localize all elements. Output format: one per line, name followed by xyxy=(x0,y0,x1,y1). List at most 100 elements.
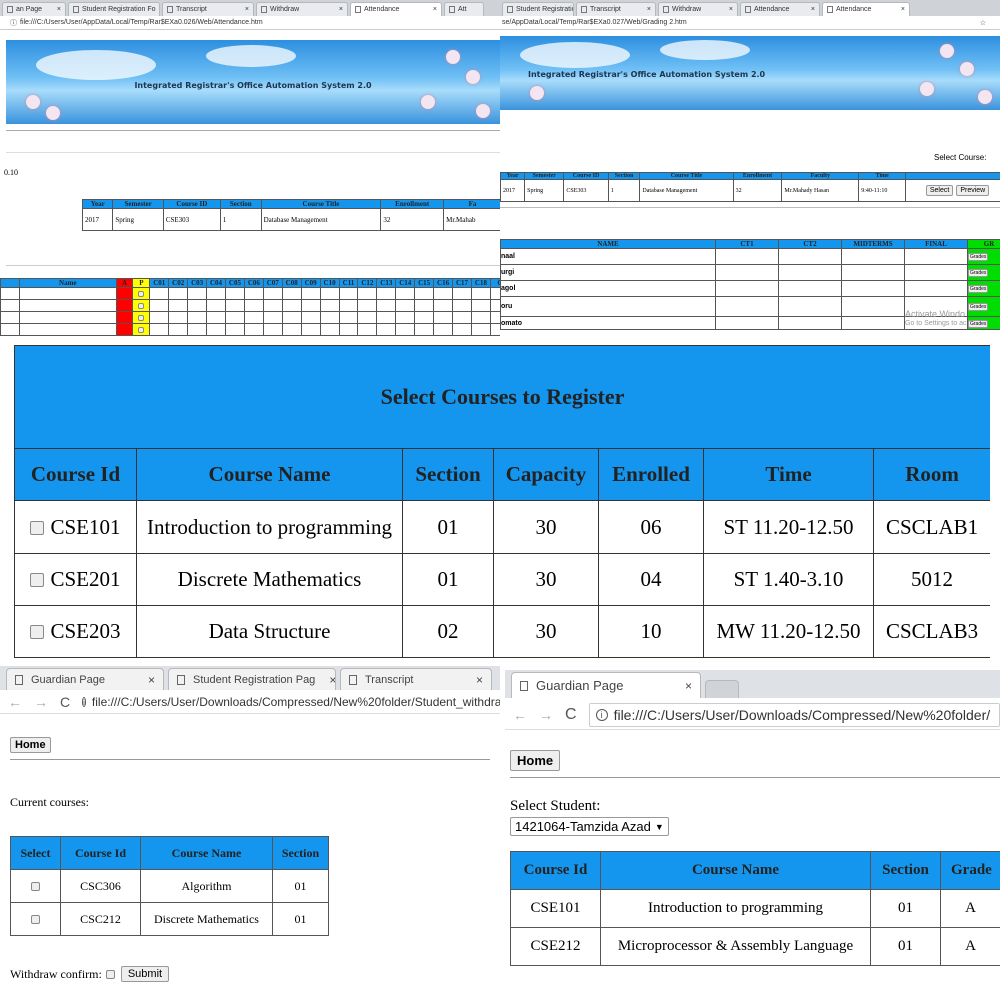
close-icon[interactable]: × xyxy=(241,6,249,13)
grade-input-cell[interactable] xyxy=(778,316,842,330)
course-select-checkbox[interactable] xyxy=(31,882,40,892)
grades-button[interactable]: Grades xyxy=(968,319,989,328)
forward-arrow-icon[interactable]: → xyxy=(34,694,48,710)
column-header: Course Title xyxy=(639,172,734,180)
close-icon[interactable]: × xyxy=(156,6,159,13)
select-button[interactable]: Select xyxy=(925,185,954,196)
browser-tab[interactable]: Guardian Page × xyxy=(6,668,164,690)
close-icon[interactable]: × xyxy=(53,6,61,13)
grade-input-cell[interactable] xyxy=(904,280,968,297)
back-arrow-icon[interactable]: ← xyxy=(8,694,22,710)
column-header xyxy=(0,278,20,288)
browser-tab[interactable]: Transcript × xyxy=(162,2,254,16)
browser-tab[interactable]: an Page × xyxy=(2,2,66,16)
grade-input-cell[interactable] xyxy=(715,316,779,330)
present-cell[interactable] xyxy=(132,311,151,324)
back-arrow-icon[interactable]: ← xyxy=(513,707,527,723)
grade-input-cell[interactable] xyxy=(841,248,905,265)
course-select-checkbox[interactable] xyxy=(31,915,40,925)
table-cell: Database Management xyxy=(260,208,382,231)
grade-input-cell[interactable] xyxy=(904,248,968,265)
close-icon[interactable]: × xyxy=(897,6,905,13)
new-tab-button[interactable] xyxy=(705,680,739,698)
grade-input-cell[interactable] xyxy=(841,280,905,297)
cell-text: Introduction to programming xyxy=(147,514,392,539)
close-icon[interactable]: × xyxy=(429,6,437,13)
grading-address-bar[interactable]: se/AppData/Local/Temp/Rar$EXa0.027/Web/G… xyxy=(500,16,1000,30)
reload-icon[interactable]: C xyxy=(60,694,70,710)
browser-tab[interactable]: Transcript × xyxy=(576,2,656,16)
url-input[interactable]: i file:///C:/Users/User/Downloads/Compre… xyxy=(588,702,1000,727)
table-cell xyxy=(281,287,302,300)
browser-tab[interactable]: Attendance × xyxy=(822,2,910,16)
browser-tab[interactable]: Withdraw × xyxy=(658,2,738,16)
grade-input-cell[interactable] xyxy=(715,296,779,317)
close-icon[interactable]: × xyxy=(725,6,733,13)
grades-button[interactable]: Grades xyxy=(968,303,989,311)
grade-input-cell[interactable] xyxy=(841,264,905,281)
course-checkbox[interactable] xyxy=(30,572,45,587)
grade-input-cell[interactable] xyxy=(778,280,842,297)
absent-cell[interactable] xyxy=(115,311,134,324)
home-button[interactable]: Home xyxy=(10,737,51,753)
forward-arrow-icon[interactable]: → xyxy=(539,707,553,723)
star-icon[interactable]: ☆ xyxy=(980,19,986,27)
home-button[interactable]: Home xyxy=(510,750,561,771)
student-select[interactable]: 1421064-Tamzida Azad ▼ xyxy=(510,817,669,836)
grade-input-cell[interactable] xyxy=(841,296,905,317)
present-cell[interactable] xyxy=(132,323,151,336)
grade-input-cell[interactable] xyxy=(715,248,779,265)
absent-cell[interactable] xyxy=(115,323,134,336)
browser-tab[interactable]: Attendance × xyxy=(350,2,442,16)
attendance-address-bar[interactable]: ⓘ file:///C:/Users/User/AppData/Local/Te… xyxy=(0,16,500,30)
url-input[interactable]: i file:///C:/Users/User/Downloads/Compre… xyxy=(82,692,500,712)
grade-input-cell[interactable] xyxy=(778,296,842,317)
browser-tab[interactable]: Student Registration Fo× xyxy=(68,2,160,16)
present-cell[interactable] xyxy=(132,287,151,300)
grades-button[interactable]: Grades xyxy=(968,253,989,261)
grade-input-cell[interactable] xyxy=(841,316,905,330)
submit-button[interactable]: Submit xyxy=(120,966,170,982)
browser-tab[interactable]: Attendance × xyxy=(740,2,820,16)
browser-tab[interactable]: Transcript × xyxy=(340,668,492,690)
close-icon[interactable]: × xyxy=(807,6,815,13)
close-icon[interactable]: × xyxy=(134,673,155,687)
close-icon[interactable]: × xyxy=(335,6,343,13)
browser-tab[interactable]: Student Registration Pag × xyxy=(168,668,336,690)
browser-tab[interactable]: Guardian Page × xyxy=(511,672,701,698)
tab-label: Student Registration Fo xyxy=(516,6,573,13)
grade-input-cell[interactable] xyxy=(904,264,968,281)
close-icon[interactable]: × xyxy=(315,673,335,687)
table-cell xyxy=(300,299,321,312)
present-checkbox[interactable] xyxy=(138,326,145,333)
close-icon[interactable]: × xyxy=(671,679,692,693)
present-cell[interactable] xyxy=(132,299,151,312)
reload-icon[interactable]: C xyxy=(565,706,577,724)
browser-tab[interactable]: Att xyxy=(444,2,484,16)
close-icon[interactable]: × xyxy=(643,6,651,13)
grade-input-cell[interactable] xyxy=(778,248,842,265)
table-cell xyxy=(452,287,472,300)
present-checkbox[interactable] xyxy=(138,314,145,321)
grades-button[interactable]: Grades xyxy=(968,269,989,277)
divider xyxy=(510,777,1000,778)
browser-tab[interactable]: Student Registration Fo× xyxy=(502,2,574,16)
present-checkbox[interactable] xyxy=(138,290,145,297)
withdraw-confirm-checkbox[interactable] xyxy=(105,969,115,979)
grade-input-cell[interactable] xyxy=(715,264,779,281)
info-icon[interactable]: i xyxy=(595,708,608,721)
close-icon[interactable]: × xyxy=(462,673,483,687)
present-checkbox[interactable] xyxy=(138,302,145,309)
table-cell: 30 xyxy=(493,552,599,606)
grade-input-cell[interactable] xyxy=(715,280,779,297)
course-checkbox[interactable] xyxy=(30,520,45,535)
browser-tab[interactable]: Withdraw × xyxy=(256,2,348,16)
absent-cell[interactable] xyxy=(115,299,134,312)
preview-button[interactable]: Preview xyxy=(956,185,990,196)
course-checkbox[interactable] xyxy=(30,624,45,639)
info-icon[interactable]: i xyxy=(82,696,86,707)
grades-button[interactable]: Grades xyxy=(968,285,989,293)
table-cell xyxy=(470,287,491,300)
absent-cell[interactable] xyxy=(115,287,134,300)
grade-input-cell[interactable] xyxy=(778,264,842,281)
